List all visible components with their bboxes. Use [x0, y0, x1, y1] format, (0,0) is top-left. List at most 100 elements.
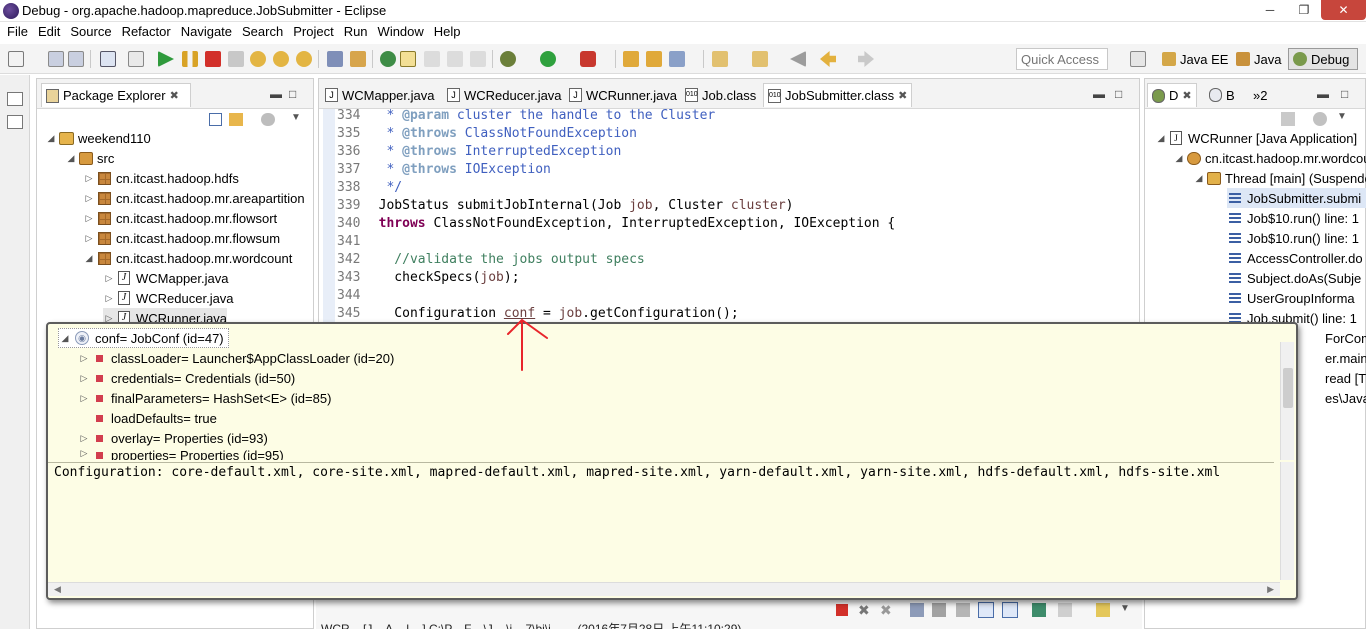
tree-item-package[interactable]: ▷ cn.itcast.hadoop.hdfs	[83, 168, 239, 188]
forward-icon[interactable]	[858, 51, 874, 67]
view-menu-icon[interactable]	[261, 113, 275, 126]
tab-wcrunner[interactable]: J WCRunner.java	[565, 83, 681, 107]
use-step-filters-icon[interactable]	[350, 51, 366, 67]
tree-item-package[interactable]: ▷ cn.itcast.hadoop.mr.flowsort	[83, 208, 278, 228]
code-line[interactable]: 338 */	[319, 179, 402, 197]
tab-overflow[interactable]: »2	[1249, 83, 1271, 107]
new-java-project-icon[interactable]	[623, 51, 639, 67]
collapsed-icon[interactable]: ▷	[103, 273, 115, 284]
debug-view-icon[interactable]	[100, 51, 116, 67]
menu-refactor[interactable]: Refactor	[119, 22, 178, 42]
detail-scrollbar[interactable]	[1280, 462, 1294, 580]
expanded-icon[interactable]: ◢	[1155, 133, 1167, 144]
code-line[interactable]: 342 //validate the jobs output specs	[319, 251, 645, 269]
variable-field[interactable]: ▷ classLoader= Launcher$AppClassLoader (…	[78, 348, 395, 368]
variable-field[interactable]: ▷ overlay= Properties (id=93)	[78, 428, 268, 448]
scroll-right-icon[interactable]: ▶	[1267, 584, 1274, 595]
detail-pane[interactable]: Configuration: core-default.xml, core-si…	[48, 462, 1274, 580]
word-wrap-icon[interactable]	[956, 603, 970, 617]
tab-jobsubmitter-class[interactable]: 010 JobSubmitter.class ✖	[763, 83, 913, 107]
view-menu-icon[interactable]	[1313, 112, 1327, 126]
maximize-view-icon[interactable]: □	[289, 87, 296, 101]
collapsed-icon[interactable]: ▷	[78, 353, 90, 364]
word-wrap-icon[interactable]	[424, 51, 440, 67]
variable-field[interactable]: loadDefaults= true	[78, 408, 217, 428]
scroll-left-icon[interactable]: ◀	[54, 584, 61, 595]
menu-search[interactable]: Search	[239, 22, 290, 42]
menu-window[interactable]: Window	[375, 22, 431, 42]
outline-view-icon[interactable]	[7, 115, 23, 129]
close-icon[interactable]: ✖	[170, 89, 179, 102]
last-edit-location-icon[interactable]	[790, 51, 806, 67]
code-line[interactable]: 341	[319, 233, 363, 251]
new-icon[interactable]	[8, 51, 24, 67]
new-console-icon[interactable]	[1096, 603, 1110, 617]
debug-target-item[interactable]: ◢ cn.itcast.hadoop.mr.wordcount	[1173, 148, 1366, 168]
maximize-view-icon[interactable]: □	[1115, 87, 1122, 101]
terminate-icon[interactable]	[836, 604, 848, 616]
variable-field[interactable]: ▷ credentials= Credentials (id=50)	[78, 368, 296, 388]
collapsed-icon[interactable]: ▷	[83, 213, 95, 224]
tab-wcmapper[interactable]: J WCMapper.java	[321, 83, 438, 107]
chevron-down-icon[interactable]: ▼	[1120, 603, 1130, 614]
clear-console-icon[interactable]	[932, 603, 946, 617]
restore-view-icon[interactable]	[7, 92, 23, 106]
code-line[interactable]: 337 * @throws IOException	[319, 161, 551, 179]
stack-frame[interactable]: Subject.doAs(Subje	[1227, 268, 1361, 288]
tree-item-src[interactable]: ◢ src	[65, 148, 115, 168]
process-partial[interactable]: es\Java\jre7	[1325, 388, 1366, 408]
tree-scrollbar-thumb[interactable]	[1283, 368, 1293, 408]
code-line[interactable]: 336 * @throws InterruptedException	[319, 143, 621, 161]
quick-access-input[interactable]	[1016, 48, 1108, 70]
link-with-editor-icon[interactable]	[229, 113, 243, 126]
debug-launch-icon[interactable]	[500, 51, 516, 67]
menu-run[interactable]: Run	[341, 22, 375, 42]
show-whitespace-icon[interactable]	[470, 51, 486, 67]
remove-terminated-icon[interactable]	[1281, 112, 1295, 126]
code-line[interactable]: 343 checkSpecs(job);	[319, 269, 520, 287]
disconnect-icon[interactable]	[228, 51, 244, 67]
close-icon[interactable]: ✖	[1182, 89, 1191, 102]
tree-item-file[interactable]: ▷ J WCMapper.java	[103, 268, 229, 288]
tab-breakpoints[interactable]: B	[1205, 83, 1239, 107]
tab-job-class[interactable]: 010 Job.class	[681, 83, 760, 107]
expanded-icon[interactable]: ◢	[59, 333, 71, 344]
menu-file[interactable]: File	[4, 22, 35, 42]
display-selected-console-icon[interactable]	[1032, 603, 1046, 617]
resume-icon[interactable]	[158, 51, 174, 67]
previous-annotation-icon[interactable]	[752, 51, 768, 67]
close-icon[interactable]: ✖	[898, 89, 907, 102]
variable-field[interactable]: ▷ finalParameters= HashSet<E> (id=85)	[78, 388, 332, 408]
debug-launch-item[interactable]: ◢ J WCRunner [Java Application]	[1155, 128, 1358, 148]
stack-frame[interactable]: AccessController.do	[1227, 248, 1363, 268]
tree-item-project[interactable]: ◢ weekend110	[45, 128, 151, 148]
menu-project[interactable]: Project	[290, 22, 340, 42]
tab-debug[interactable]: D ✖	[1147, 83, 1197, 107]
collapsed-icon[interactable]: ▷	[78, 393, 90, 404]
variable-root[interactable]: ◢ ◉ conf= JobConf (id=47)	[58, 328, 229, 348]
open-console-icon[interactable]	[1058, 603, 1072, 617]
horizontal-scrollbar[interactable]: ◀ ▶	[48, 582, 1280, 596]
search-icon[interactable]	[669, 51, 685, 67]
toggle-mark-occurrences-icon[interactable]	[400, 51, 416, 67]
minimize-button[interactable]: ─	[1253, 0, 1287, 20]
show-console-icon[interactable]	[978, 602, 994, 618]
menu-source[interactable]: Source	[67, 22, 118, 42]
menu-edit[interactable]: Edit	[35, 22, 67, 42]
new-package-icon[interactable]	[646, 51, 662, 67]
perspective-debug[interactable]: Debug	[1288, 48, 1358, 70]
step-over-icon[interactable]	[273, 51, 289, 67]
scroll-lock-icon[interactable]	[910, 603, 924, 617]
code-line[interactable]: 335 * @throws ClassNotFoundException	[319, 125, 637, 143]
collapsed-icon[interactable]: ▷	[78, 373, 90, 384]
restore-button[interactable]: ❐	[1287, 0, 1321, 20]
remove-all-icon[interactable]: ✖	[880, 602, 892, 619]
perspective-java-ee[interactable]: Java EE	[1158, 48, 1232, 70]
run-icon[interactable]	[540, 51, 556, 67]
expanded-icon[interactable]: ◢	[1193, 173, 1205, 184]
skip-breakpoints-icon[interactable]	[128, 51, 144, 67]
debug-thread-item[interactable]: ◢ Thread [main] (Suspended)	[1193, 168, 1366, 188]
expanded-icon[interactable]: ◢	[1173, 153, 1185, 164]
code-line[interactable]: 340 throws ClassNotFoundException, Inter…	[319, 215, 895, 233]
external-tools-icon[interactable]	[580, 51, 596, 67]
